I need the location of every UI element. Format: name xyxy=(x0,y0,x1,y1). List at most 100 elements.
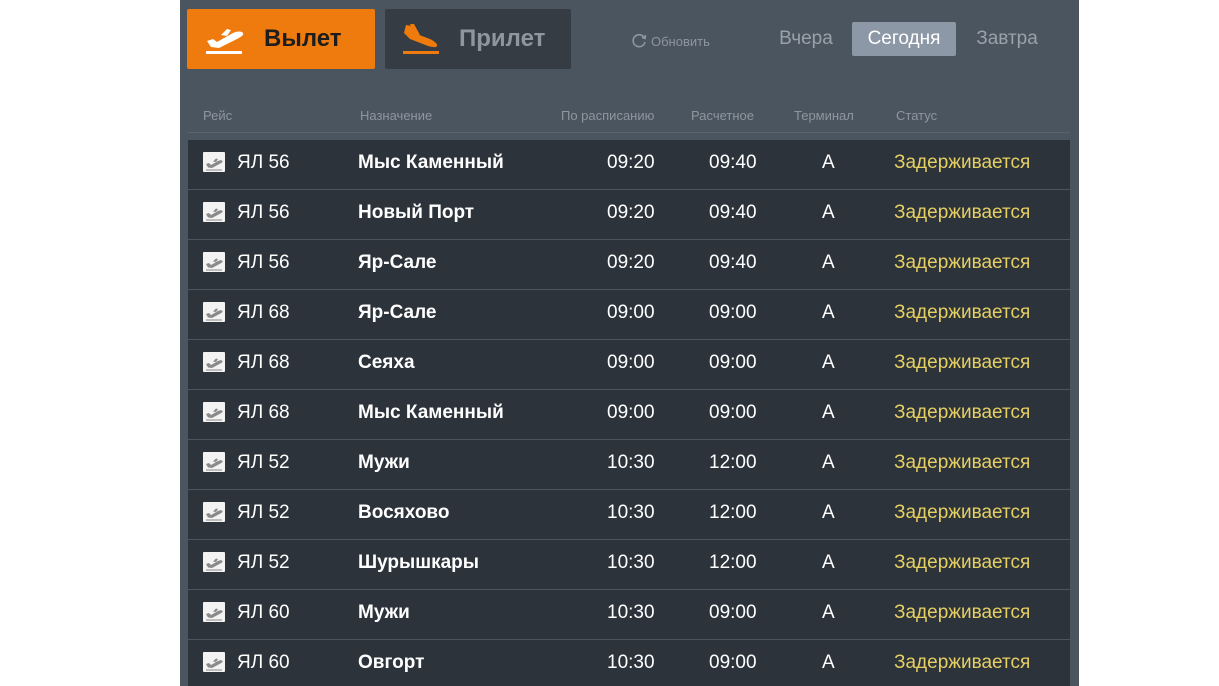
table-row[interactable]: ЯЛ 68 Яр-Сале 09:00 09:00 A Задерживается xyxy=(188,290,1070,339)
airline-logo-icon xyxy=(203,402,225,422)
airline-logo-icon xyxy=(203,552,225,572)
terminal: A xyxy=(822,552,835,573)
estimated-time: 09:40 xyxy=(709,252,757,273)
terminal: A xyxy=(822,602,835,623)
estimated-time: 09:00 xyxy=(709,352,757,373)
airline-logo-icon xyxy=(203,302,225,322)
estimated-time: 12:00 xyxy=(709,552,757,573)
flight-number: ЯЛ 56 xyxy=(237,202,290,223)
tab-departures[interactable]: Вылет xyxy=(187,9,375,69)
terminal: A xyxy=(822,302,835,323)
scheduled-time: 10:30 xyxy=(607,502,655,523)
destination: Шурышкары xyxy=(358,552,479,573)
table-header: Рейс Назначение По расписанию Расчетное … xyxy=(188,100,1070,133)
estimated-time: 12:00 xyxy=(709,502,757,523)
terminal: A xyxy=(822,202,835,223)
estimated-time: 09:00 xyxy=(709,652,757,673)
destination: Новый Порт xyxy=(358,202,475,223)
flight-number: ЯЛ 56 xyxy=(237,152,290,173)
flight-board: Вылет Прилет Обновить Вчера Сегодня Завт… xyxy=(180,0,1079,686)
day-tomorrow-button[interactable]: Завтра xyxy=(967,22,1047,56)
terminal: A xyxy=(822,502,835,523)
flights-table: ЯЛ 56 Мыс Каменный 09:20 09:40 A Задерживаетс… xyxy=(188,140,1070,686)
flight-number: ЯЛ 52 xyxy=(237,502,290,523)
flight-number: ЯЛ 60 xyxy=(237,602,290,623)
estimated-time: 12:00 xyxy=(709,452,757,473)
table-row[interactable]: ЯЛ 56 Мыс Каменный 09:20 09:40 A Задерживаетс… xyxy=(188,140,1070,189)
airline-logo-icon xyxy=(203,352,225,372)
status-text: Задерживается xyxy=(894,552,1031,573)
day-today-button[interactable]: Сегодня xyxy=(852,22,956,56)
airline-logo-icon xyxy=(203,152,225,172)
flight-number: ЯЛ 52 xyxy=(237,452,290,473)
terminal: A xyxy=(822,452,835,473)
destination: Яр-Сале xyxy=(358,302,437,323)
board-header: Вылет Прилет Обновить Вчера Сегодня Завт… xyxy=(180,0,1079,80)
status-text: Задерживается xyxy=(894,502,1031,523)
table-row[interactable]: ЯЛ 68 Мыс Каменный 09:00 09:00 A Задерживаетс… xyxy=(188,390,1070,439)
tab-arrivals[interactable]: Прилет xyxy=(385,9,571,69)
refresh-button[interactable]: Обновить xyxy=(630,31,710,51)
tab-arrivals-label: Прилет xyxy=(459,25,546,52)
destination: Мыс Каменный xyxy=(358,152,504,173)
terminal: A xyxy=(822,252,835,273)
column-destination: Назначение xyxy=(360,108,433,123)
table-row[interactable]: ЯЛ 56 Новый Порт 09:20 09:40 A Задерживается xyxy=(188,190,1070,239)
scheduled-time: 10:30 xyxy=(607,452,655,473)
estimated-time: 09:40 xyxy=(709,202,757,223)
airline-logo-icon xyxy=(203,652,225,672)
airline-logo-icon xyxy=(203,252,225,272)
column-flight: Рейс xyxy=(203,108,233,123)
scheduled-time: 10:30 xyxy=(607,652,655,673)
destination: Восяхово xyxy=(358,502,450,523)
flight-number: ЯЛ 60 xyxy=(237,652,290,673)
scheduled-time: 09:20 xyxy=(607,252,655,273)
departure-plane-icon xyxy=(206,29,244,54)
tab-departures-label: Вылет xyxy=(264,25,342,52)
status-text: Задерживается xyxy=(894,602,1031,623)
airline-logo-icon xyxy=(203,602,225,622)
table-row[interactable]: ЯЛ 52 Восяхово 10:30 12:00 A Задерживается xyxy=(188,490,1070,539)
status-text: Задерживается xyxy=(894,652,1031,673)
status-text: Задерживается xyxy=(894,452,1031,473)
flight-number: ЯЛ 68 xyxy=(237,352,290,373)
scheduled-time: 09:00 xyxy=(607,352,655,373)
terminal: A xyxy=(822,352,835,373)
status-text: Задерживается xyxy=(894,402,1031,423)
terminal: A xyxy=(822,652,835,673)
terminal: A xyxy=(822,402,835,423)
scheduled-time: 09:20 xyxy=(607,202,655,223)
airline-logo-icon xyxy=(203,502,225,522)
status-text: Задерживается xyxy=(894,352,1031,373)
scheduled-time: 09:00 xyxy=(607,302,655,323)
flight-number: ЯЛ 56 xyxy=(237,252,290,273)
table-row[interactable]: ЯЛ 68 Сеяха 09:00 09:00 A Задерживается xyxy=(188,340,1070,389)
column-estimated: Расчетное xyxy=(691,108,754,123)
arrival-plane-icon xyxy=(403,24,439,54)
table-row[interactable]: ЯЛ 52 Шурышкары 10:30 12:00 A Задерживается xyxy=(188,540,1070,589)
table-row[interactable]: ЯЛ 56 Яр-Сале 09:20 09:40 A Задерживается xyxy=(188,240,1070,289)
scheduled-time: 09:20 xyxy=(607,152,655,173)
destination: Мужи xyxy=(358,452,410,473)
airline-logo-icon xyxy=(203,202,225,222)
day-yesterday-button[interactable]: Вчера xyxy=(770,22,842,56)
table-row[interactable]: ЯЛ 60 Мужи 10:30 09:00 A Задерживается xyxy=(188,590,1070,639)
destination: Сеяха xyxy=(358,352,415,373)
estimated-time: 09:00 xyxy=(709,302,757,323)
column-status: Статус xyxy=(896,108,938,123)
column-terminal: Терминал xyxy=(794,108,854,123)
flight-number: ЯЛ 68 xyxy=(237,302,290,323)
refresh-icon xyxy=(632,33,647,48)
refresh-label: Обновить xyxy=(651,33,710,49)
airline-logo-icon xyxy=(203,452,225,472)
estimated-time: 09:40 xyxy=(709,152,757,173)
status-text: Задерживается xyxy=(894,252,1031,273)
estimated-time: 09:00 xyxy=(709,402,757,423)
status-text: Задерживается xyxy=(894,202,1031,223)
destination: Овгорт xyxy=(358,652,425,673)
destination: Яр-Сале xyxy=(358,252,437,273)
table-row[interactable]: ЯЛ 52 Мужи 10:30 12:00 A Задерживается xyxy=(188,440,1070,489)
status-text: Задерживается xyxy=(894,302,1031,323)
table-row[interactable]: ЯЛ 60 Овгорт 10:30 09:00 A Задерживается xyxy=(188,640,1070,686)
destination: Мужи xyxy=(358,602,410,623)
